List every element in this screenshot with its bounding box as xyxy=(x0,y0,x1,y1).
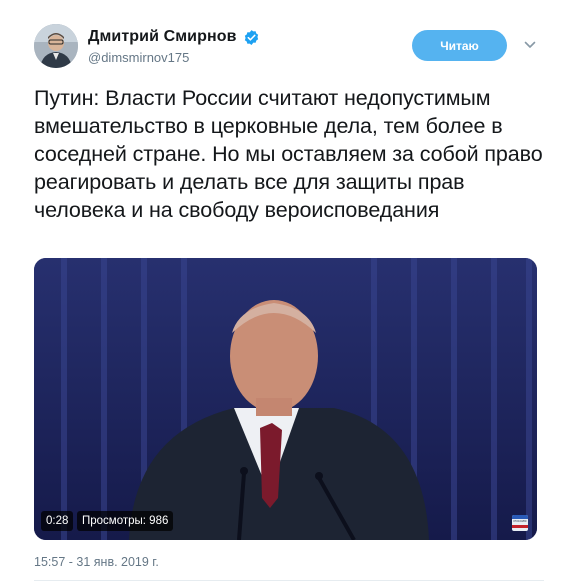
author-handle[interactable]: @dimsmirnov175 xyxy=(88,50,260,65)
channel-logo: РОССИЯ xyxy=(512,515,528,531)
tweet-header: Дмитрий Смирнов @dimsmirnov175 Читаю xyxy=(34,24,544,72)
avatar[interactable] xyxy=(34,24,78,68)
verified-badge-icon xyxy=(243,29,260,46)
chevron-down-icon[interactable] xyxy=(523,38,537,52)
author-name[interactable]: Дмитрий Смирнов xyxy=(88,28,237,46)
divider xyxy=(34,580,544,581)
following-button[interactable]: Читаю xyxy=(412,30,507,61)
video-views: Просмотры: 986 xyxy=(77,511,174,531)
video-duration: 0:28 xyxy=(41,511,74,531)
author-block: Дмитрий Смирнов @dimsmirnov175 xyxy=(88,28,260,65)
tweet-text: Путин: Власти России считают недопустимы… xyxy=(34,86,543,222)
video-thumbnail xyxy=(34,258,537,540)
video-player[interactable]: 0:28 Просмотры: 986 РОССИЯ xyxy=(34,258,537,540)
tweet-timestamp[interactable]: 15:57 - 31 янв. 2019 г. xyxy=(34,555,159,569)
user-avatar-icon xyxy=(34,24,78,68)
